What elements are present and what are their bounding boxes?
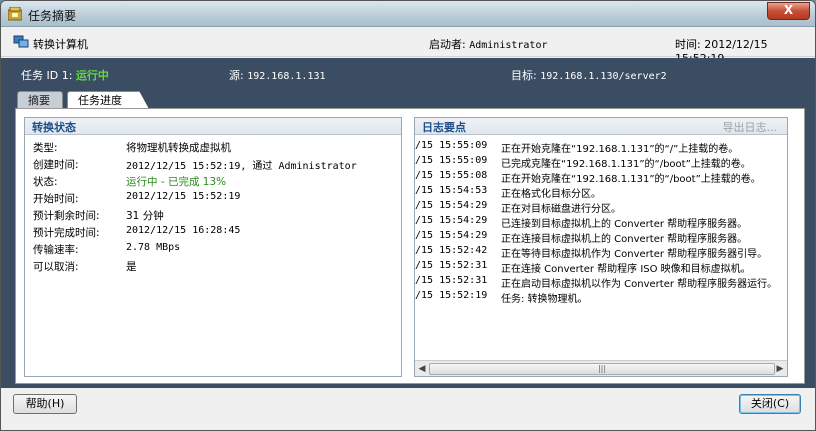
task-id-label: 任务 ID 1: xyxy=(21,69,73,82)
log-list[interactable]: /15 15:55:09 正在开始克隆在“192.168.1.131”的“/”上… xyxy=(415,136,787,362)
log-panel-header: 日志要点 导出日志... xyxy=(415,118,787,135)
status-panel-title: 转换状态 xyxy=(32,121,76,134)
task-summary-window: 任务摘要 X 转换计算机 启动者: Administrator 时间: 2012… xyxy=(0,0,816,431)
export-log-button[interactable]: 导出日志... xyxy=(723,119,778,135)
scroll-right-icon[interactable]: ▶ xyxy=(773,363,787,375)
title-bar[interactable]: 任务摘要 X xyxy=(1,1,815,27)
close-button[interactable]: 关闭(C) xyxy=(739,394,801,414)
header: 转换计算机 启动者: Administrator 时间: 2012/12/15 … xyxy=(1,27,815,65)
initiator-value: Administrator xyxy=(469,40,548,51)
log-panel-title: 日志要点 xyxy=(422,121,466,134)
window-close-button[interactable]: X xyxy=(767,2,810,20)
tab-content: 转换状态 类型: 将物理机转换成虚拟机 创建时间: 2012/12/15 15:… xyxy=(15,108,805,384)
log-horizontal-scrollbar[interactable]: ◀ ||| ▶ xyxy=(415,360,787,376)
task-id: 任务 ID 1: 运行中 xyxy=(21,67,109,83)
target-label: 目标: xyxy=(511,69,537,82)
status-panel-header: 转换状态 xyxy=(25,118,401,135)
source-value: 192.168.1.131 xyxy=(247,71,326,82)
conversion-status-panel: 转换状态 类型: 将物理机转换成虚拟机 创建时间: 2012/12/15 15:… xyxy=(24,117,402,377)
help-button[interactable]: 帮助(H) xyxy=(13,394,77,414)
initiator: 启动者: Administrator xyxy=(429,36,548,52)
convert-computer-icon xyxy=(13,35,29,48)
target-value: 192.168.1.130/server2 xyxy=(540,71,667,82)
header-title: 转换计算机 xyxy=(33,38,88,51)
log-highlights-panel: 日志要点 导出日志... /15 15:55:09 正在开始克隆在“192.16… xyxy=(414,117,788,377)
tab-summary[interactable]: 摘要 xyxy=(17,91,63,109)
dialog-footer: 帮助(H) 关闭(C) xyxy=(1,388,815,430)
time-label: 时间: xyxy=(675,38,701,51)
task-target: 目标: 192.168.1.130/server2 xyxy=(511,67,667,83)
source-label: 源: xyxy=(229,69,244,82)
task-source: 源: 192.168.1.131 xyxy=(229,67,326,83)
window-title: 任务摘要 xyxy=(28,9,77,23)
app-icon xyxy=(8,7,22,21)
task-status: 运行中 xyxy=(75,69,109,82)
scroll-thumb[interactable]: ||| xyxy=(429,363,775,375)
tab-task-progress[interactable]: 任务进度 xyxy=(67,91,149,109)
scroll-left-icon[interactable]: ◀ xyxy=(415,363,429,375)
task-bar: 任务 ID 1: 运行中 源: 192.168.1.131 目标: 192.16… xyxy=(1,58,815,88)
initiator-label: 启动者: xyxy=(429,38,466,51)
